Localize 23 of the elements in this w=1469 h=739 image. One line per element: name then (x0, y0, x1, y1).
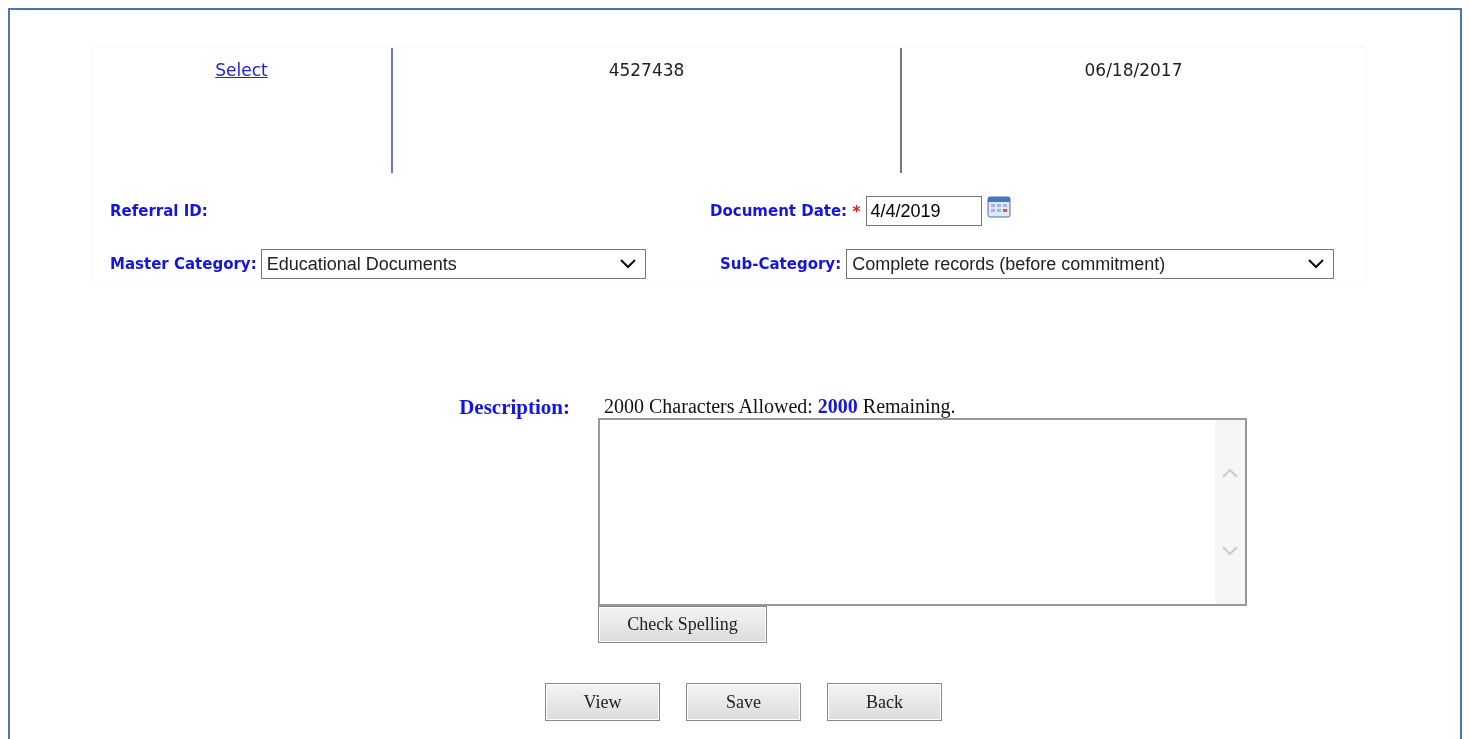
character-counter: 2000 Characters Allowed: 2000 Remaining. (603, 395, 957, 418)
action-button[interactable]: Back (827, 683, 942, 721)
chevron-down-icon (618, 258, 637, 270)
check-spelling-button[interactable]: Check Spelling (598, 606, 767, 643)
description-label: Description: (458, 395, 571, 421)
calendar-icon[interactable] (986, 196, 1011, 218)
field-label: Sub-Category: (720, 255, 842, 273)
description-textarea[interactable] (598, 418, 1247, 606)
scroll-up-icon[interactable] (1221, 467, 1239, 479)
select-link[interactable]: Select (215, 60, 268, 80)
scroll-down-icon[interactable] (1221, 545, 1239, 557)
chevron-down-icon (1307, 258, 1326, 270)
category-dropdown[interactable]: Educational Documents (260, 249, 646, 279)
field-label: Referral ID: (110, 202, 208, 220)
table-cell: 4527438 (608, 60, 685, 80)
action-button[interactable]: View (545, 683, 660, 721)
action-button[interactable]: Save (686, 683, 801, 721)
subcategory-dropdown[interactable]: Complete records (before commitment) (846, 249, 1335, 279)
table-cell: 06/18/2017 (1084, 60, 1183, 80)
required-marker: * (852, 201, 861, 221)
field-label: Document Date: (710, 202, 848, 220)
field-label: Master Category: (110, 255, 257, 273)
date-field[interactable]: 4/4/2019 (865, 196, 982, 226)
